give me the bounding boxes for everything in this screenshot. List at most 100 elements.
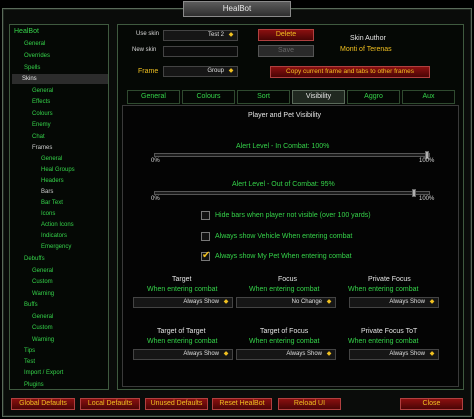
new-skin-label: New skin [132,47,157,53]
reset-healbot-button[interactable]: Reset HealBot [212,398,272,410]
sidebar-item-debuffs-custom[interactable]: Custom [32,277,53,287]
target-sub: When entering combat [147,286,218,293]
private-focus-title: Private Focus [368,276,411,283]
skin-author-name: Monti of Terenas [340,46,392,53]
target-of-focus-dropdown[interactable]: Always Show ◆ [236,349,336,360]
target-of-focus-sub: When entering combat [249,338,320,345]
sidebar-nav: HealBot General Overrides Spells Skins G… [9,24,109,390]
sidebar-item-frames[interactable]: Frames [32,143,52,153]
save-skin-button[interactable]: Save [258,45,314,57]
reload-ui-button[interactable]: Reload UI [278,398,341,410]
target-of-target-title: Target of Target [157,328,206,335]
dropdown-arrow-icon: ◆ [228,68,234,74]
section-title: Player and Pet Visibility [248,112,322,119]
slider-thumb[interactable] [411,189,416,197]
use-skin-value: Test 2 [207,32,224,38]
sidebar-item-buffs-general[interactable]: General [32,312,53,322]
sidebar-item-skins-general[interactable]: General [32,86,53,96]
alert-in-combat-slider[interactable] [154,151,430,159]
target-dropdown[interactable]: Always Show ◆ [133,297,233,308]
sidebar-item-icons[interactable]: Icons [41,209,55,219]
tab-aggro[interactable]: Aggro [347,90,400,104]
tab-visibility[interactable]: Visibility [292,90,345,104]
alert-out-combat-max: 100% [419,196,435,202]
target-of-target-value: Always Show [183,351,219,357]
focus-title: Focus [278,276,298,283]
close-button[interactable]: Close [400,398,463,410]
copy-frames-button[interactable]: Copy current frame and tabs to other fra… [270,66,430,78]
show-pet-checkbox[interactable]: ✔ [201,250,211,261]
delete-skin-button[interactable]: Delete [258,29,314,41]
global-defaults-button[interactable]: Global Defaults [11,398,75,410]
alert-in-combat-min: 0% [151,158,160,164]
private-focus-tot-value: Always Show [389,351,425,357]
hide-bars-checkbox[interactable] [201,211,210,220]
sidebar-item-buffs-custom[interactable]: Custom [32,323,53,333]
sidebar-item-import-export[interactable]: Import / Export [24,368,63,378]
local-defaults-button[interactable]: Local Defaults [80,398,140,410]
sidebar-item-colours[interactable]: Colours [32,109,53,119]
sidebar-item-indicators[interactable]: Indicators [41,231,67,241]
window-title[interactable]: HealBot [183,1,291,17]
private-focus-value: Always Show [389,299,425,305]
sidebar-item-plugins[interactable]: Plugins [24,380,44,390]
dropdown-arrow-icon: ◆ [429,299,435,305]
alert-in-combat-label: Alert Level - In Combat: 100% [236,143,330,150]
sidebar-item-effects[interactable]: Effects [32,97,50,107]
skin-author-title: Skin Author [350,35,386,42]
private-focus-tot-sub: When entering combat [348,338,419,345]
sidebar-item-debuffs-warning[interactable]: Warning [32,289,54,299]
sidebar-item-overrides[interactable]: Overrides [24,51,50,61]
sidebar-item-action-icons[interactable]: Action Icons [41,220,74,230]
sidebar-item-healbot[interactable]: HealBot [14,27,39,37]
show-vehicle-label: Always show Vehicle When entering combat [215,233,353,240]
visibility-tab-content: Player and Pet Visibility Alert Level - … [122,105,459,387]
dropdown-arrow-icon: ◆ [223,351,229,357]
sidebar-item-general[interactable]: General [24,39,45,49]
sidebar-item-debuffs-general[interactable]: General [32,266,53,276]
sidebar-item-spells[interactable]: Spells [24,63,40,73]
hide-bars-label: Hide bars when player not visible (over … [215,212,371,219]
sidebar-item-debuffs[interactable]: Debuffs [24,254,45,264]
show-vehicle-checkbox[interactable] [201,232,210,241]
new-skin-input[interactable] [163,46,238,57]
sidebar-item-heal-groups[interactable]: Heal Groups [41,165,75,175]
sidebar-item-bar-text[interactable]: Bar Text [41,198,63,208]
unused-defaults-button[interactable]: Unused Defaults [145,398,208,410]
tab-aux[interactable]: Aux [402,90,455,104]
sidebar-item-buffs-warning[interactable]: Warning [32,335,54,345]
target-of-target-dropdown[interactable]: Always Show ◆ [133,349,233,360]
dropdown-arrow-icon: ◆ [326,351,332,357]
target-of-focus-title: Target of Focus [260,328,309,335]
sidebar-item-buffs[interactable]: Buffs [24,300,38,310]
checkmark-icon: ✔ [202,250,211,261]
private-focus-sub: When entering combat [348,286,419,293]
focus-value: No Change [291,299,322,305]
sidebar-item-enemy[interactable]: Enemy [32,120,51,130]
dropdown-arrow-icon: ◆ [228,32,234,38]
focus-dropdown[interactable]: No Change ◆ [236,297,336,308]
frame-label: Frame [138,68,159,75]
skins-panel: Use skin Test 2 ◆ Delete New skin Save S… [117,24,464,390]
target-of-target-sub: When entering combat [147,338,218,345]
private-focus-tot-dropdown[interactable]: Always Show ◆ [349,349,439,360]
tab-sort[interactable]: Sort [237,90,290,104]
tab-colours[interactable]: Colours [182,90,235,104]
sidebar-item-emergency[interactable]: Emergency [41,242,71,252]
use-skin-dropdown[interactable]: Test 2 ◆ [163,30,238,41]
alert-in-combat-max: 100% [419,158,435,164]
frame-dropdown[interactable]: Group ◆ [163,66,238,77]
sidebar-item-test[interactable]: Test [24,357,35,367]
sidebar-item-chat[interactable]: Chat [32,132,45,142]
alert-out-combat-label: Alert Level - Out of Combat: 95% [232,181,335,188]
sidebar-item-frames-general[interactable]: General [41,154,62,164]
alert-out-combat-slider[interactable] [154,189,430,197]
sidebar-item-skins[interactable]: Skins [12,74,108,84]
dropdown-arrow-icon: ◆ [429,351,435,357]
target-title: Target [172,276,192,283]
private-focus-dropdown[interactable]: Always Show ◆ [349,297,439,308]
sidebar-item-bars[interactable]: Bars [41,187,53,197]
sidebar-item-headers[interactable]: Headers [41,176,64,186]
tab-general[interactable]: General [127,90,180,104]
sidebar-item-tips[interactable]: Tips [24,346,35,356]
